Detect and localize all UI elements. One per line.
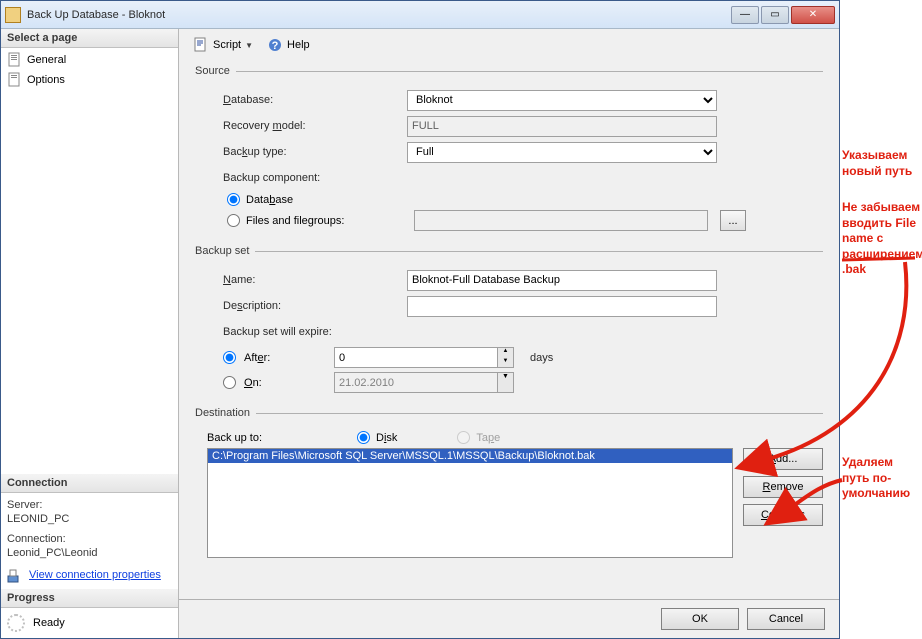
annotation-arrows [0,0,922,639]
